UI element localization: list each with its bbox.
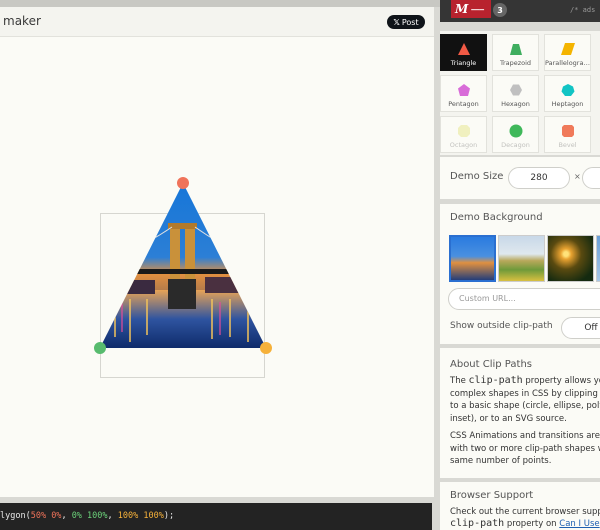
code-point-2: 0% 100% [71, 511, 108, 521]
shape-label: Parallelogra… [545, 59, 590, 67]
shape-tile-decagon[interactable]: Decagon [492, 116, 539, 153]
code-function: lygon( [0, 511, 31, 521]
about-text: property allows you [525, 376, 600, 386]
clip-canvas[interactable] [0, 37, 434, 497]
shape-tile-pentagon[interactable]: Pentagon [440, 75, 487, 112]
octagon-icon [458, 125, 470, 137]
shape-label: Pentagon [448, 100, 479, 108]
size-times-sign: × [574, 172, 581, 181]
sponsor-logo[interactable]: M ━━━ [451, 0, 491, 18]
point-handle-bottom-left[interactable] [94, 342, 106, 354]
shape-label: Decagon [501, 141, 530, 149]
shape-label: Hexagon [501, 100, 530, 108]
bevel-icon [562, 125, 574, 137]
code-suffix: ); [163, 511, 175, 521]
code-point-1: 50% 0% [30, 511, 62, 521]
background-thumb-sky[interactable] [596, 235, 600, 282]
triangle-icon [458, 43, 470, 55]
support-code: clip-path [450, 518, 505, 529]
show-outside-label: Show outside clip-path [450, 321, 553, 331]
about-line-1: The clip-path property allows you [450, 375, 600, 388]
hexagon-icon [510, 84, 522, 96]
about-heading: About Clip Paths [450, 359, 532, 370]
shape-presets: Triangle Trapezoid Parallelogra… Pentago… [440, 31, 600, 155]
demo-background-section: Demo Background Custom URL... Show outsi… [440, 204, 600, 344]
css-code-output[interactable]: lygon(50% 0%, 0% 100%, 100% 100%); [0, 503, 432, 530]
shape-label: Heptagon [551, 100, 584, 108]
shape-tile-triangle[interactable]: Triangle [440, 34, 487, 71]
about-code: clip-path [468, 375, 523, 386]
background-thumb-field[interactable] [498, 235, 545, 282]
browser-support-section: Browser Support Check out the current br… [440, 482, 600, 530]
trapezoid-icon [510, 44, 522, 55]
background-thumb-bridge[interactable] [449, 235, 496, 282]
custom-url-input[interactable]: Custom URL... [448, 288, 600, 310]
code-separator: , [61, 511, 72, 521]
editor-header: maker 𝕏 Post [0, 7, 434, 37]
pentagon-icon [458, 84, 470, 96]
about-line-6: with two or more clip-path shapes wit [450, 443, 600, 454]
shape-tile-heptagon[interactable]: Heptagon [544, 75, 591, 112]
x-post-button[interactable]: 𝕏 Post [387, 15, 425, 29]
about-line-3: to a basic shape (circle, ellipse, polyg… [450, 401, 600, 411]
about-section: About Clip Paths The clip-path property … [440, 348, 600, 478]
heptagon-icon [561, 84, 575, 96]
code-separator: , [107, 511, 118, 521]
editor-panel: maker 𝕏 Post [0, 7, 434, 497]
about-line-5: CSS Animations and transitions are po [450, 431, 600, 441]
decagon-icon [509, 124, 523, 138]
demo-background-label: Demo Background [450, 212, 543, 223]
code-point-3: 100% 100% [117, 511, 164, 521]
shape-tile-trapezoid[interactable]: Trapezoid [492, 34, 539, 71]
shape-label: Octagon [449, 141, 478, 149]
x-logo-icon: 𝕏 [393, 17, 400, 27]
logo-badge: 3 [493, 3, 507, 17]
settings-sidebar: M━━━ 3 /* ads */ Triangle Trapezoid Para… [440, 0, 600, 530]
point-handle-bottom-right[interactable] [260, 342, 272, 354]
shape-tile-parallelogram[interactable]: Parallelogra… [544, 34, 591, 71]
background-thumb-sparks[interactable] [547, 235, 594, 282]
demo-height-input[interactable]: 280 [582, 167, 600, 189]
shape-label: Bevel [558, 141, 577, 149]
shape-tile-bevel[interactable]: Bevel [544, 116, 591, 153]
support-text: property on [504, 519, 560, 529]
support-line-2: clip-path property on Can I Use. [450, 518, 600, 530]
about-line-4: inset), or to an SVG source. [450, 413, 567, 424]
about-line-2: complex shapes in CSS by clipping an [450, 388, 600, 399]
point-handle-top[interactable] [177, 177, 189, 189]
clipped-demo-image [100, 183, 266, 348]
show-outside-toggle[interactable]: Off [561, 317, 600, 339]
about-line-7: same number of points. [450, 456, 552, 466]
ads-comment: /* ads */ [570, 6, 600, 14]
shape-label: Triangle [450, 59, 477, 67]
demo-size-section: Demo Size 280 × 280 [440, 157, 600, 199]
demo-width-input[interactable]: 280 [508, 167, 570, 189]
shape-label: Trapezoid [499, 59, 532, 67]
support-line-1: Check out the current browser suppor [450, 507, 600, 517]
parallelogram-icon [561, 43, 575, 55]
demo-size-label: Demo Size [450, 171, 504, 182]
app-title: maker [3, 14, 41, 28]
browser-support-heading: Browser Support [450, 490, 534, 501]
shape-tile-hexagon[interactable]: Hexagon [492, 75, 539, 112]
about-text: The [450, 376, 469, 386]
top-strip [0, 0, 440, 7]
logo-letter: M [455, 2, 469, 16]
post-label: Post [401, 17, 419, 27]
shape-tile-octagon[interactable]: Octagon [440, 116, 487, 153]
can-i-use-link[interactable]: Can I Use [559, 519, 599, 529]
sponsor-bar: M━━━ 3 /* ads */ [440, 0, 600, 22]
